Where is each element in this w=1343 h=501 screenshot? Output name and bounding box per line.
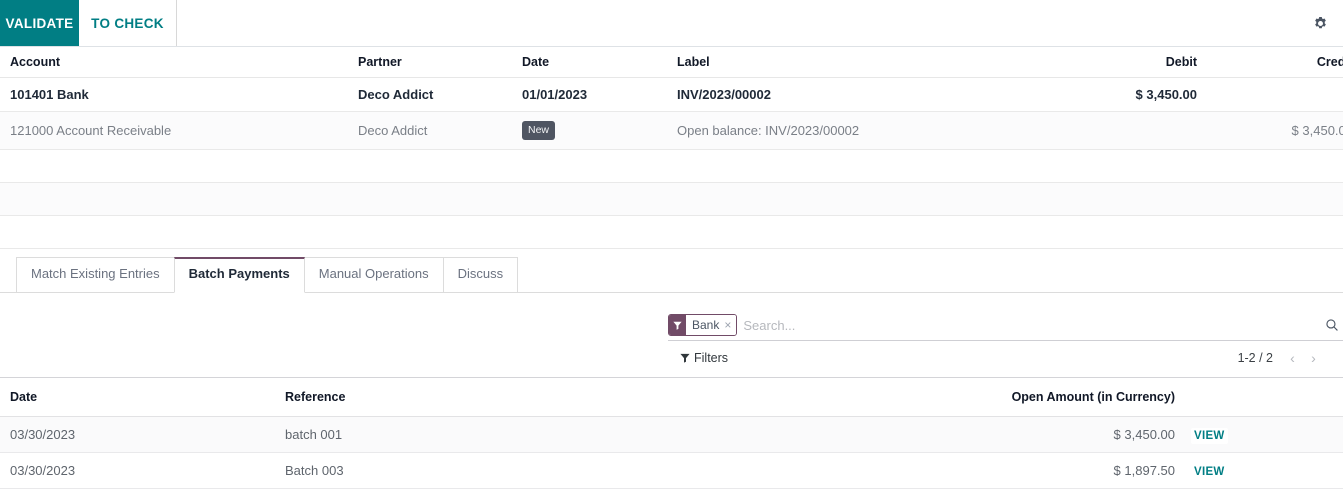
filters-label: Filters: [694, 351, 728, 365]
gear-icon[interactable]: [1297, 0, 1343, 46]
cell-open-amount: $ 3,450.00: [995, 416, 1175, 452]
pager: 1-2 / 2 ‹ ›: [1238, 350, 1343, 366]
cell-open-amount: $ 1,897.50: [995, 452, 1175, 488]
cell-date: 03/30/2023: [0, 452, 285, 488]
batch-header-row: Date Reference Open Amount (in Currency): [0, 377, 1343, 416]
cell-date: 03/30/2023: [0, 416, 285, 452]
optional-columns-button[interactable]: [1301, 377, 1343, 416]
filter-icon: [680, 353, 690, 363]
statusbar-spacer: [177, 0, 1297, 46]
table-row[interactable]: 03/30/2023 Batch 003 $ 1,897.50 VIEW: [0, 452, 1343, 488]
cell-spacer: [1301, 452, 1343, 488]
journal-table-body: 101401 Bank Deco Addict 01/01/2023 INV/2…: [0, 78, 1343, 249]
search-toolbar: Filters 1-2 / 2 ‹ ›: [668, 348, 1343, 368]
journal-items-table: Account Partner Date Label Debit Credit …: [0, 47, 1343, 249]
search-facet-label-wrap: Bank ×: [686, 315, 736, 335]
column-header-date[interactable]: Date: [0, 377, 285, 416]
cell-credit: $ 3,450.00: [1197, 112, 1343, 150]
column-header-account: Account: [0, 47, 358, 78]
table-row[interactable]: 121000 Account Receivable Deco Addict Ne…: [0, 112, 1343, 150]
empty-row: [0, 149, 1343, 182]
chevron-left-icon[interactable]: ‹: [1283, 350, 1302, 366]
search-bar: Bank ×: [668, 313, 1343, 341]
tab-batch-payments[interactable]: Batch Payments: [174, 257, 305, 292]
empty-row: [0, 215, 1343, 248]
batch-payments-table: Date Reference Open Amount (in Currency)…: [0, 377, 1343, 489]
cell-credit: [1197, 78, 1343, 112]
cell-label: INV/2023/00002: [677, 78, 1057, 112]
cell-account: 101401 Bank: [0, 78, 358, 112]
statusbar-buttons: VALIDATE TO CHECK: [0, 0, 1343, 47]
cell-reference: Batch 003: [285, 452, 995, 488]
journal-table-header: Account Partner Date Label Debit Credit: [0, 47, 1343, 78]
chevron-right-icon[interactable]: ›: [1304, 350, 1323, 366]
search-facet-label: Bank: [692, 318, 719, 332]
column-header-label: Label: [677, 47, 1057, 78]
close-icon[interactable]: ×: [724, 319, 731, 331]
batch-table-body: 03/30/2023 batch 001 $ 3,450.00 VIEW 03/…: [0, 416, 1343, 488]
filter-icon: [669, 315, 686, 335]
column-header-reference[interactable]: Reference: [285, 377, 995, 416]
view-button[interactable]: VIEW: [1191, 428, 1228, 444]
cell-spacer: [1301, 416, 1343, 452]
empty-row: [0, 182, 1343, 215]
cell-date: 01/01/2023: [522, 78, 677, 112]
tab-match-existing-entries[interactable]: Match Existing Entries: [16, 257, 175, 292]
cell-label: Open balance: INV/2023/00002: [677, 112, 1057, 150]
cell-action: VIEW: [1175, 416, 1301, 452]
column-header-debit: Debit: [1057, 47, 1197, 78]
pager-value: 1-2 / 2: [1238, 351, 1273, 365]
cell-partner: Deco Addict: [358, 112, 522, 150]
validate-button[interactable]: VALIDATE: [0, 0, 79, 46]
cell-partner: Deco Addict: [358, 78, 522, 112]
notebook: Match Existing Entries Batch Payments Ma…: [0, 254, 1343, 293]
cell-reference: batch 001: [285, 416, 995, 452]
column-header-date: Date: [522, 47, 677, 78]
search-facet-bank[interactable]: Bank ×: [668, 314, 737, 336]
tab-manual-operations[interactable]: Manual Operations: [304, 257, 444, 292]
column-header-credit: Credit: [1197, 47, 1343, 78]
search-panel: Bank × Filters 1-2 / 2 ‹ ›: [0, 293, 1343, 377]
notebook-tab-list: Match Existing Entries Batch Payments Ma…: [16, 257, 517, 292]
cell-action: VIEW: [1175, 452, 1301, 488]
search-input[interactable]: [737, 318, 1313, 333]
table-row[interactable]: 03/30/2023 batch 001 $ 3,450.00 VIEW: [0, 416, 1343, 452]
search-icon[interactable]: [1313, 318, 1343, 332]
table-row[interactable]: 101401 Bank Deco Addict 01/01/2023 INV/2…: [0, 78, 1343, 112]
cell-date: New: [522, 112, 677, 150]
tab-discuss[interactable]: Discuss: [443, 257, 519, 292]
cell-account: 121000 Account Receivable: [0, 112, 358, 150]
view-button[interactable]: VIEW: [1191, 464, 1228, 480]
cell-debit: [1057, 112, 1197, 150]
column-header-action: [1175, 377, 1301, 416]
to-check-button[interactable]: TO CHECK: [79, 0, 177, 46]
filters-button[interactable]: Filters: [680, 351, 728, 365]
cell-debit: $ 3,450.00: [1057, 78, 1197, 112]
journal-header-row: Account Partner Date Label Debit Credit: [0, 47, 1343, 78]
status-badge: New: [522, 121, 555, 140]
column-header-open-amount[interactable]: Open Amount (in Currency): [995, 377, 1175, 416]
batch-table-header: Date Reference Open Amount (in Currency): [0, 377, 1343, 416]
column-header-partner: Partner: [358, 47, 522, 78]
